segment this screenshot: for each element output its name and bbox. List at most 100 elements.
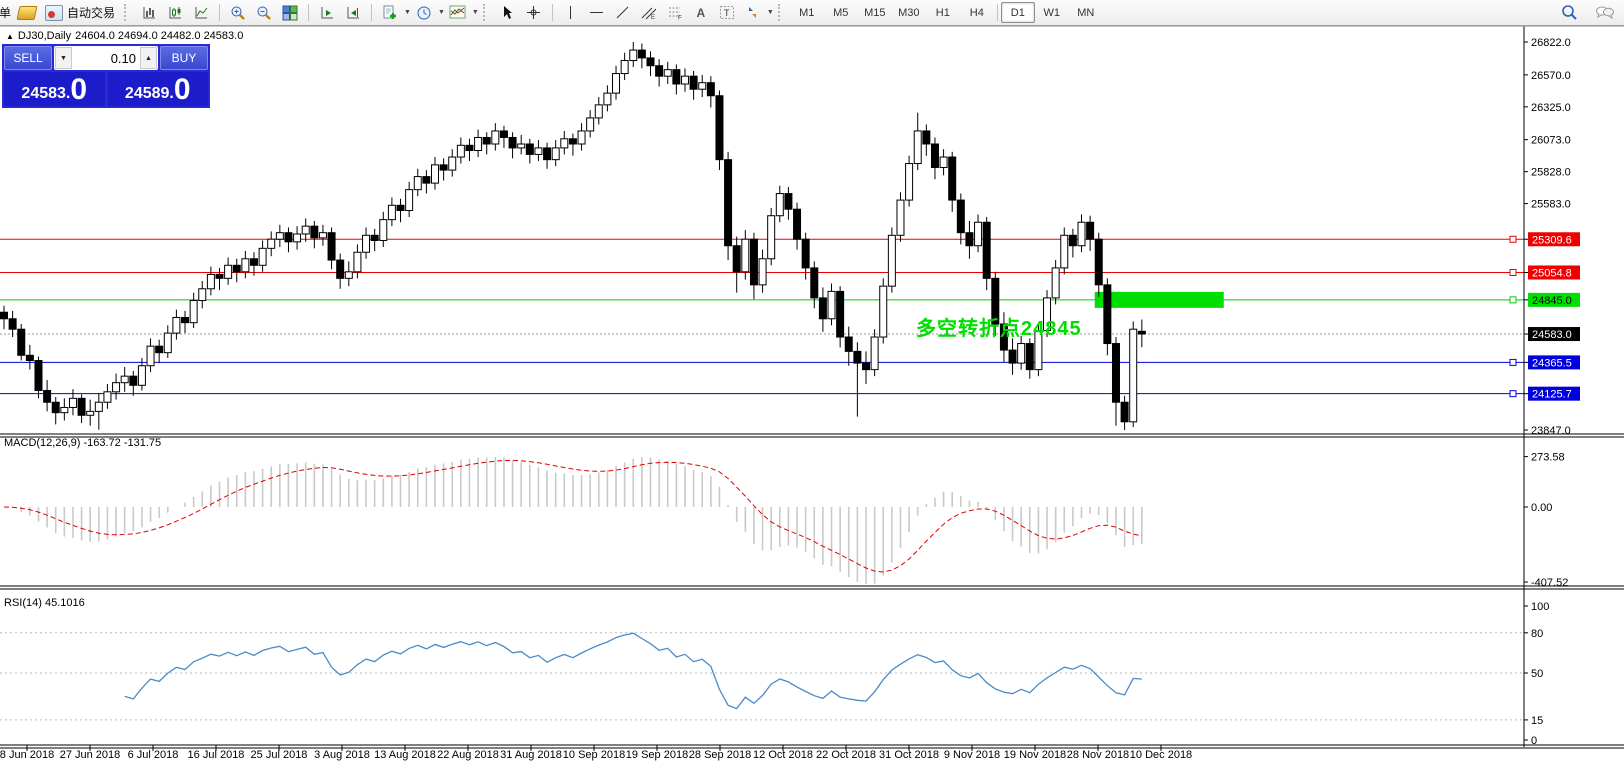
sell-button[interactable]: SELL [4, 46, 52, 70]
svg-text:24125.7: 24125.7 [1532, 389, 1572, 401]
zoom-in-icon[interactable] [225, 1, 251, 24]
svg-text:24365.5: 24365.5 [1532, 357, 1572, 369]
timeframe-h4[interactable]: H4 [960, 2, 994, 23]
svg-text:-407.52: -407.52 [1531, 577, 1568, 589]
timeframe-m15[interactable]: M15 [858, 2, 892, 23]
svg-text:0: 0 [1531, 735, 1537, 747]
svg-text:28 Sep 2018: 28 Sep 2018 [689, 749, 751, 761]
toolbar-grip [124, 4, 130, 21]
main-toolbar: 单 自动交易 ▼ ▼ ▼ E F [0, 0, 1624, 26]
timeframe-m5[interactable]: M5 [824, 2, 858, 23]
svg-text:273.58: 273.58 [1531, 452, 1565, 464]
buy-button[interactable]: BUY [160, 46, 208, 70]
svg-text:10 Sep 2018: 10 Sep 2018 [563, 749, 625, 761]
autotrading-icon [45, 5, 63, 21]
toolbar-separator [219, 4, 220, 21]
svg-text:19 Sep 2018: 19 Sep 2018 [626, 749, 688, 761]
svg-text:28 Nov 2018: 28 Nov 2018 [1067, 749, 1129, 761]
svg-text:26570.0: 26570.0 [1531, 70, 1571, 82]
svg-text:80: 80 [1531, 628, 1543, 640]
svg-text:22 Oct 2018: 22 Oct 2018 [816, 749, 876, 761]
gold-icon[interactable] [14, 1, 40, 24]
candlestick-chart-icon[interactable] [162, 1, 188, 24]
toolbar-grip [778, 4, 784, 21]
toolbar-separator [552, 4, 553, 21]
sell-price-big-digit: 0 [70, 75, 87, 105]
text-tool-icon[interactable]: A [688, 1, 714, 24]
gold-bar-icon [17, 6, 38, 20]
timeframe-mn[interactable]: MN [1069, 2, 1103, 23]
timeframe-group: M1 M5 M15 M30 H1 H4 D1 W1 MN [788, 0, 1105, 25]
trendline-icon[interactable] [610, 1, 636, 24]
svg-text:F: F [678, 16, 682, 21]
toolbar-separator [997, 4, 998, 21]
svg-text:26822.0: 26822.0 [1531, 37, 1571, 49]
clock-icon[interactable] [411, 1, 437, 24]
chart-annotation-text: 多空转折点24845 [916, 312, 1082, 341]
ohlc-values: 24604.0 24694.0 24482.0 24583.0 [75, 30, 243, 42]
timeframe-m30[interactable]: M30 [892, 2, 926, 23]
horizontal-line-icon[interactable] [584, 1, 610, 24]
timeframe-w1[interactable]: W1 [1035, 2, 1069, 23]
svg-text:22 Aug 2018: 22 Aug 2018 [437, 749, 499, 761]
svg-text:9 Nov 2018: 9 Nov 2018 [944, 749, 1000, 761]
arrows-tool-icon[interactable] [740, 1, 766, 24]
autotrading-button[interactable]: 自动交易 [40, 3, 120, 22]
buy-price-int: 24589 [125, 86, 170, 102]
timeframe-h1[interactable]: H1 [926, 2, 960, 23]
crosshair-icon[interactable] [521, 1, 547, 24]
vertical-line-icon[interactable] [558, 1, 584, 24]
toolbar-separator [371, 4, 372, 21]
svg-text:15: 15 [1531, 715, 1543, 727]
zoom-out-icon[interactable] [251, 1, 277, 24]
cursor-icon[interactable] [495, 1, 521, 24]
chart-canvas[interactable]: 26822.026570.026325.026073.025828.025583… [0, 0, 1624, 769]
indicators-dropdown-icon[interactable]: ▼ [472, 9, 479, 16]
line-chart-icon[interactable] [188, 1, 214, 24]
autotrading-label: 自动交易 [67, 4, 115, 21]
search-icon[interactable] [1556, 1, 1582, 24]
chart-title: ▲ DJ30,Daily 24604.0 24694.0 24482.0 24583… [6, 30, 247, 42]
fibonacci-icon[interactable]: F [662, 1, 688, 24]
chat-icon[interactable] [1592, 1, 1618, 24]
new-order-icon[interactable] [377, 1, 403, 24]
one-click-trading-panel: SELL ▼ ▲ BUY 24583.0 24589.0 [2, 44, 210, 108]
lot-size-widget: ▼ ▲ [54, 46, 158, 70]
svg-text:50: 50 [1531, 668, 1543, 680]
lot-increase-button[interactable]: ▲ [140, 47, 157, 69]
bar-chart-icon[interactable] [136, 1, 162, 24]
lot-size-input[interactable] [72, 47, 140, 69]
svg-text:19 Nov 2018: 19 Nov 2018 [1004, 749, 1066, 761]
svg-text:25054.8: 25054.8 [1532, 267, 1572, 279]
timeframe-m1[interactable]: M1 [790, 2, 824, 23]
new-order-dropdown-icon[interactable]: ▼ [404, 9, 411, 16]
svg-text:3 Aug 2018: 3 Aug 2018 [314, 749, 370, 761]
chart-background [0, 26, 1624, 769]
indicators-icon[interactable] [445, 1, 471, 24]
lot-decrease-button[interactable]: ▼ [55, 47, 72, 69]
auto-scroll-icon[interactable] [314, 1, 340, 24]
green-zone-rectangle [1095, 292, 1224, 308]
arrows-dropdown-icon[interactable]: ▼ [767, 9, 774, 16]
equidistant-channel-icon[interactable]: E [636, 1, 662, 24]
toolbar-left-fragment[interactable]: 单 [0, 4, 14, 21]
svg-text:26325.0: 26325.0 [1531, 102, 1571, 114]
svg-text:10 Dec 2018: 10 Dec 2018 [1130, 749, 1192, 761]
toolbar-separator [308, 4, 309, 21]
svg-text:23847.0: 23847.0 [1531, 425, 1571, 437]
text-label-tool-icon[interactable]: T [714, 1, 740, 24]
chart-shift-icon[interactable] [340, 1, 366, 24]
sell-price-int: 24583 [21, 86, 66, 102]
buy-price-display[interactable]: 24589.0 [108, 72, 209, 106]
collapse-panel-icon[interactable]: ▲ [6, 32, 14, 41]
svg-text:8 Jun 2018: 8 Jun 2018 [0, 749, 54, 761]
tile-windows-icon[interactable] [277, 1, 303, 24]
periods-dropdown-icon[interactable]: ▼ [438, 9, 445, 16]
svg-text:6 Jul 2018: 6 Jul 2018 [128, 749, 179, 761]
symbol-period-label: DJ30,Daily [18, 30, 71, 42]
timeframe-d1[interactable]: D1 [1001, 2, 1035, 23]
sell-price-display[interactable]: 24583.0 [4, 72, 105, 106]
rsi-label: RSI(14) 45.1016 [4, 597, 85, 609]
svg-text:16 Jul 2018: 16 Jul 2018 [188, 749, 245, 761]
svg-text:24845.0: 24845.0 [1532, 295, 1572, 307]
